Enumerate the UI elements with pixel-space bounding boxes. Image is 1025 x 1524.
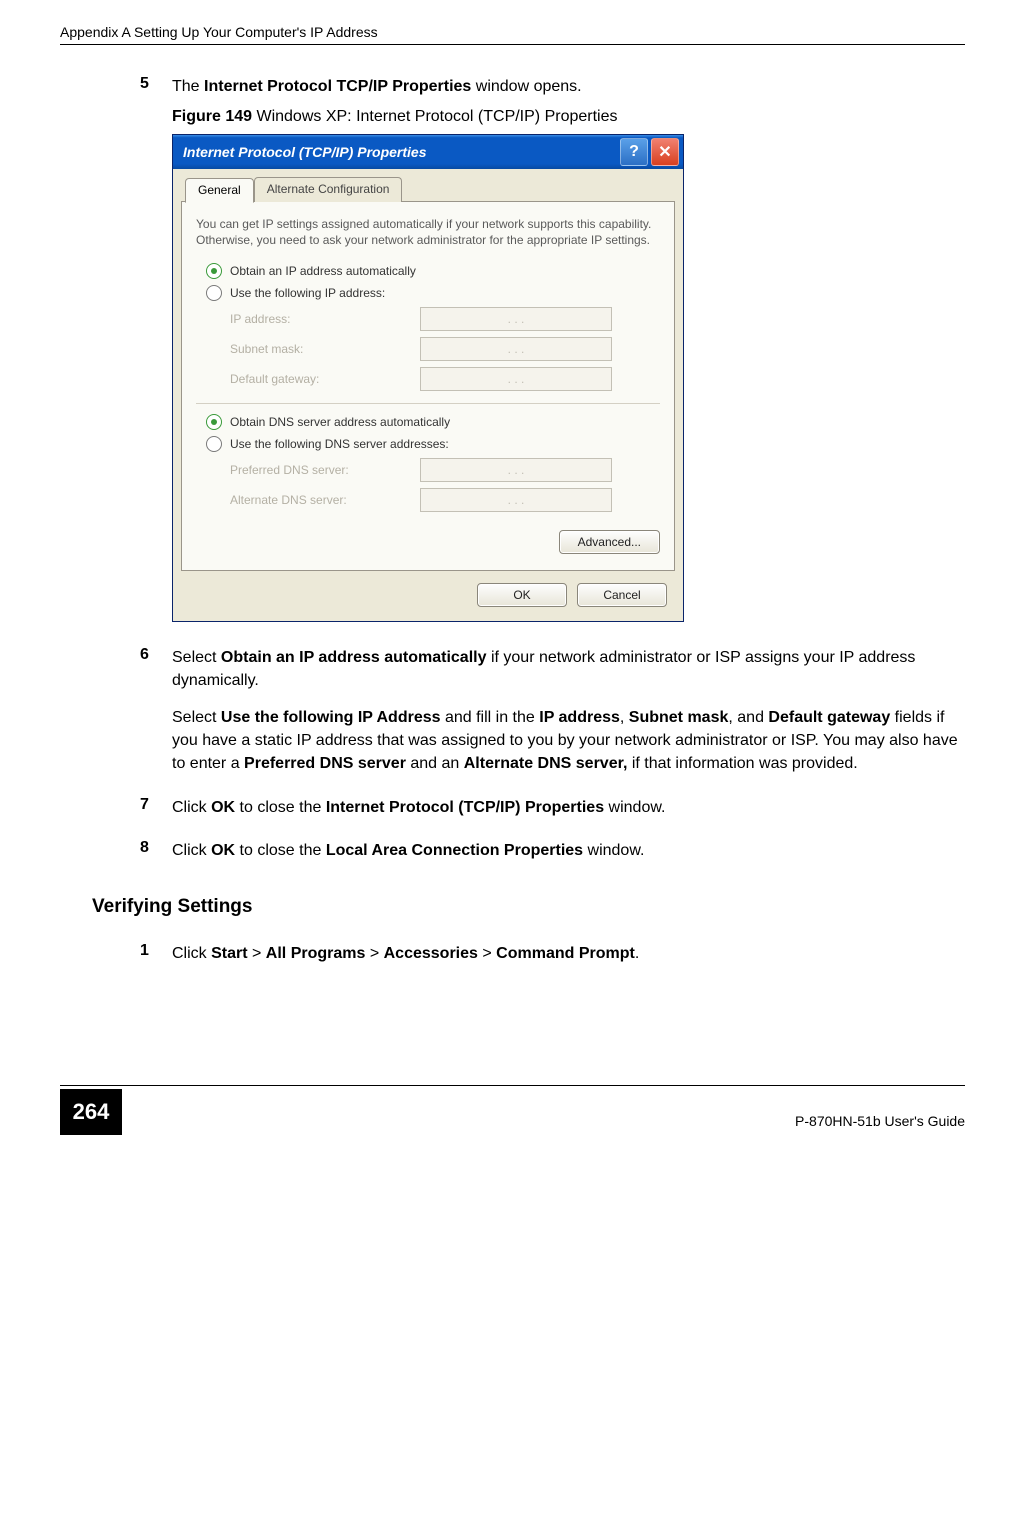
ok-button[interactable]: OK: [477, 583, 567, 607]
close-button[interactable]: ✕: [651, 138, 679, 166]
verify-step-1-text: Click Start > All Programs > Accessories…: [172, 942, 965, 965]
verify-step-1-num: 1: [140, 942, 172, 960]
radio-obtain-dns-auto[interactable]: Obtain DNS server address automatically: [206, 414, 660, 430]
step-8-num: 8: [140, 839, 172, 857]
help-button[interactable]: ?: [620, 138, 648, 166]
verifying-settings-heading: Verifying Settings: [92, 896, 965, 918]
radio-icon: [206, 414, 222, 430]
radio-icon: [206, 436, 222, 452]
field-alternate-dns: Alternate DNS server: . . .: [230, 488, 660, 512]
panel-divider: [196, 403, 660, 404]
field-preferred-dns: Preferred DNS server: . . .: [230, 458, 660, 482]
header-rule: [60, 44, 965, 45]
radio-use-following-dns[interactable]: Use the following DNS server addresses:: [206, 436, 660, 452]
radio-use-following-ip[interactable]: Use the following IP address:: [206, 285, 660, 301]
radio-icon: [206, 285, 222, 301]
default-gateway-input[interactable]: . . .: [420, 367, 612, 391]
page-number: 264: [60, 1089, 122, 1135]
cancel-button[interactable]: Cancel: [577, 583, 667, 607]
general-panel: You can get IP settings assigned automat…: [181, 201, 675, 570]
running-head: Appendix A Setting Up Your Computer's IP…: [60, 24, 965, 40]
dialog-intro-text: You can get IP settings assigned automat…: [196, 216, 660, 248]
figure-149-caption: Figure 149 Windows XP: Internet Protocol…: [172, 108, 965, 126]
dialog-tabs: General Alternate Configuration: [185, 177, 675, 202]
preferred-dns-input[interactable]: . . .: [420, 458, 612, 482]
step-8-text: Click OK to close the Local Area Connect…: [172, 839, 965, 862]
subnet-mask-input[interactable]: . . .: [420, 337, 612, 361]
step-5: 5 The Internet Protocol TCP/IP Propertie…: [140, 75, 965, 98]
dialog-titlebar[interactable]: Internet Protocol (TCP/IP) Properties ? …: [173, 135, 683, 169]
tab-alternate-configuration[interactable]: Alternate Configuration: [254, 177, 403, 202]
advanced-button[interactable]: Advanced...: [559, 530, 660, 554]
field-default-gateway: Default gateway: . . .: [230, 367, 660, 391]
tab-general[interactable]: General: [185, 178, 254, 203]
tcpip-properties-dialog: Internet Protocol (TCP/IP) Properties ? …: [172, 134, 684, 621]
verify-step-1: 1 Click Start > All Programs > Accessori…: [140, 942, 965, 965]
field-ip-address: IP address: . . .: [230, 307, 660, 331]
step-6: 6 Select Obtain an IP address automatica…: [140, 646, 965, 692]
step-5-text: The Internet Protocol TCP/IP Properties …: [172, 75, 965, 98]
alternate-dns-input[interactable]: . . .: [420, 488, 612, 512]
ip-address-input[interactable]: . . .: [420, 307, 612, 331]
radio-obtain-ip-auto[interactable]: Obtain an IP address automatically: [206, 263, 660, 279]
dialog-title: Internet Protocol (TCP/IP) Properties: [183, 144, 617, 160]
footer-guide-title: P-870HN-51b User's Guide: [795, 1113, 965, 1135]
step-7: 7 Click OK to close the Internet Protoco…: [140, 796, 965, 819]
step-8: 8 Click OK to close the Local Area Conne…: [140, 839, 965, 862]
step-7-text: Click OK to close the Internet Protocol …: [172, 796, 965, 819]
step-6-num: 6: [140, 646, 172, 664]
step-6-text: Select Obtain an IP address automaticall…: [172, 646, 965, 692]
step-7-num: 7: [140, 796, 172, 814]
step-5-num: 5: [140, 75, 172, 93]
field-subnet-mask: Subnet mask: . . .: [230, 337, 660, 361]
radio-icon: [206, 263, 222, 279]
page-footer: 264 P-870HN-51b User's Guide: [60, 1085, 965, 1135]
step-6-subpara: Select Use the following IP Address and …: [172, 706, 965, 776]
